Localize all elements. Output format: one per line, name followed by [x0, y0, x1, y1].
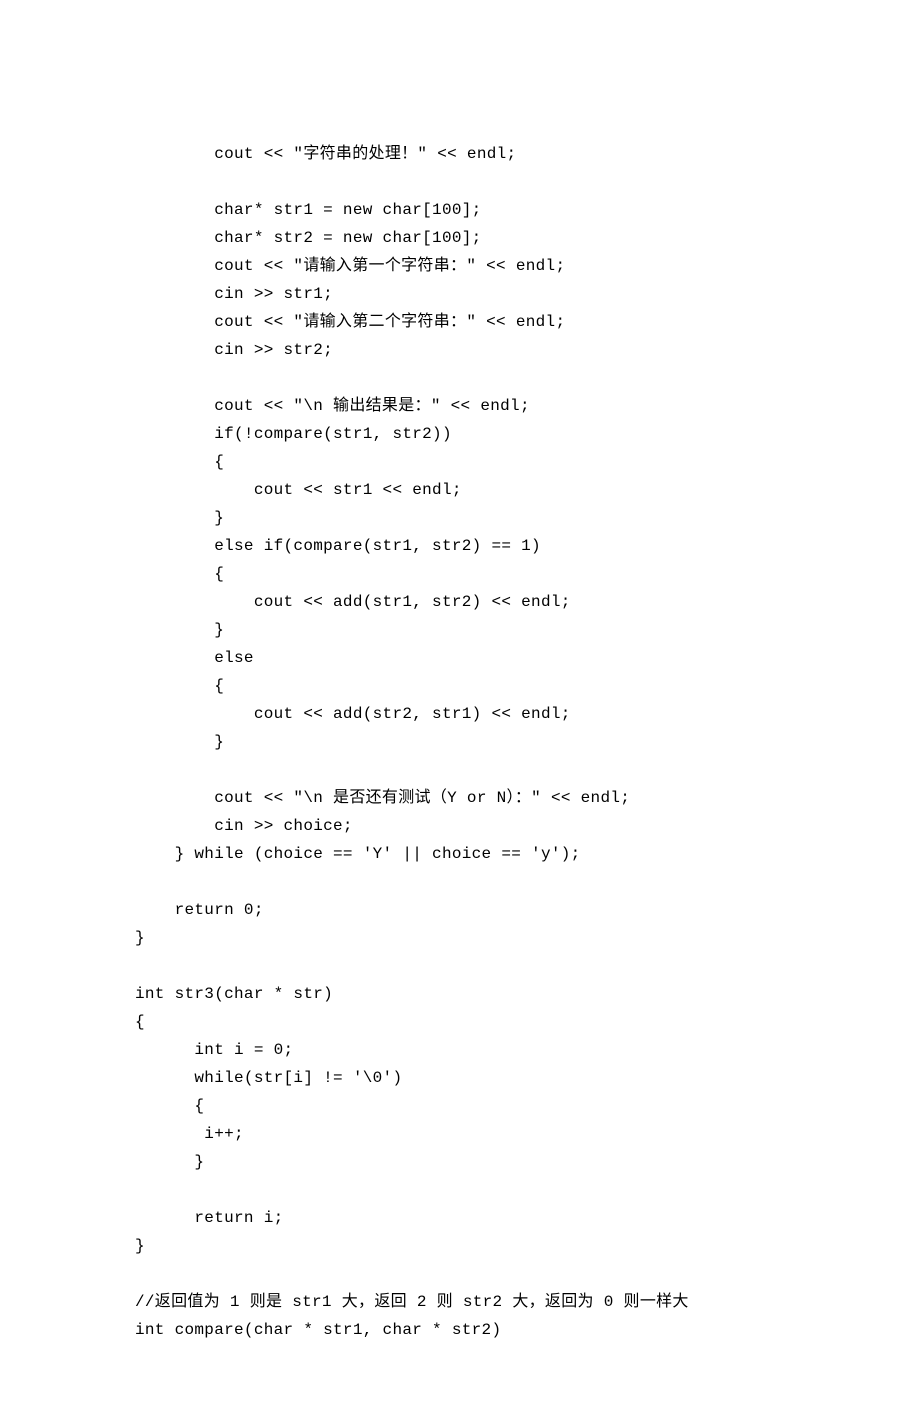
code-block: cout << "字符串的处理！" << endl; char* str1 = … [135, 140, 785, 1344]
